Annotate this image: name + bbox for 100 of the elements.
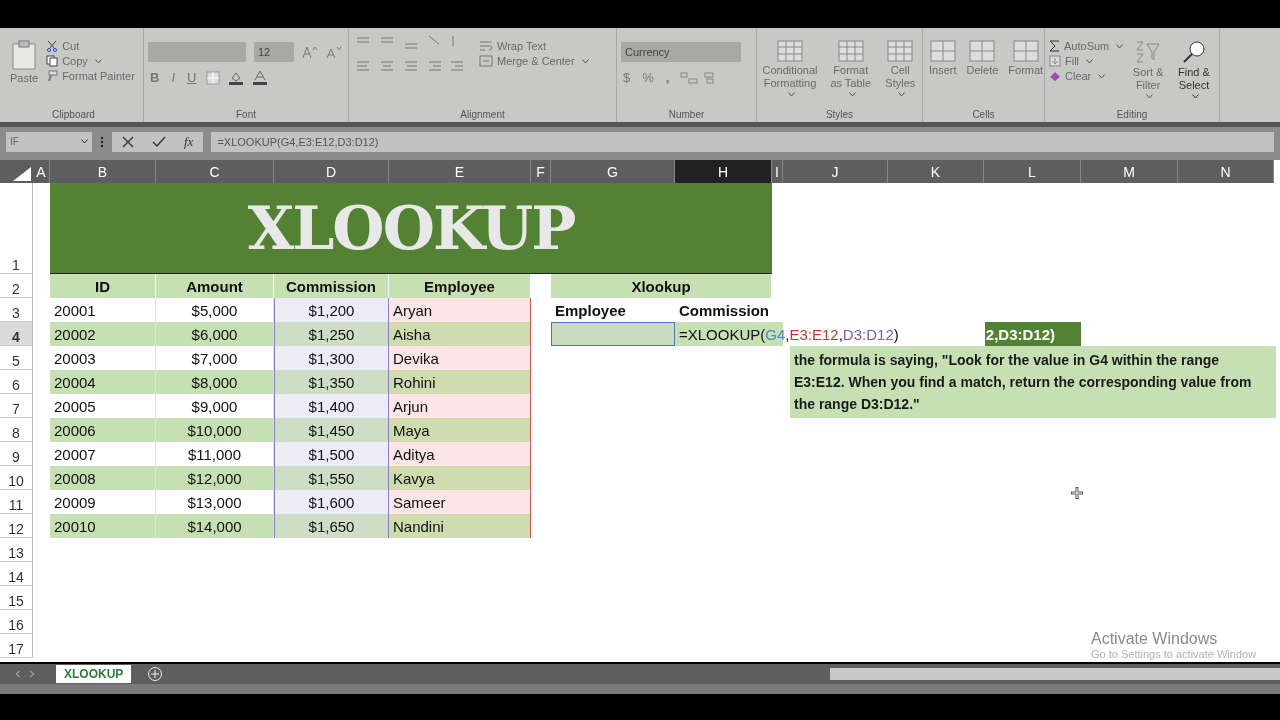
explanation-note: the formula is saying, "Look for the value in G4 within the range E3:E12. When you find a match, return the corresponding value from the range D3:D12.": [790, 346, 1276, 418]
group-label: Styles: [824, 109, 855, 120]
table-icon: [777, 40, 803, 62]
group-label: Alignment: [459, 109, 506, 120]
row-header[interactable]: 1: [0, 183, 33, 274]
fill-button[interactable]: Fill: [1049, 55, 1124, 67]
styles-button[interactable]: Conditional Formatting: [761, 32, 819, 97]
row-header[interactable]: 15: [0, 586, 33, 610]
group-label: Editing: [1115, 109, 1149, 120]
table-cell: $1,600: [274, 490, 389, 514]
column-header[interactable]: L: [984, 160, 1081, 183]
table-cell: Aryan: [389, 298, 531, 322]
cells-button[interactable]: Delete: [964, 32, 1001, 77]
column-header[interactable]: C: [156, 160, 274, 183]
lookup-input-cell[interactable]: [551, 322, 675, 346]
table-icon: [837, 40, 864, 62]
table-cell: $1,250: [274, 322, 389, 346]
row-header[interactable]: 12: [0, 514, 33, 538]
column-header[interactable]: M: [1081, 160, 1178, 183]
column-header[interactable]: F: [531, 160, 551, 183]
styles-button[interactable]: Cell Styles: [882, 32, 918, 97]
autosum-button[interactable]: AutoSum: [1049, 40, 1124, 52]
row-header[interactable]: 16: [0, 610, 33, 634]
table-cell: $1,200: [274, 298, 389, 322]
row-header[interactable]: 5: [0, 346, 33, 370]
sheet-tab[interactable]: XLOOKUP: [56, 665, 132, 683]
name-box[interactable]: IF: [6, 131, 92, 152]
caret-icon: [1086, 58, 1094, 64]
font-size-field[interactable]: 12: [254, 42, 294, 62]
table-cell: Rohini: [389, 370, 531, 394]
cut-button[interactable]: Cut: [46, 40, 135, 52]
table-cell: $1,550: [274, 466, 389, 490]
sigma-icon: [1049, 40, 1060, 52]
table-cell: Sameer: [389, 490, 531, 514]
format-painter-button[interactable]: Format Painter: [46, 70, 135, 82]
clear-button[interactable]: Clear: [1049, 70, 1124, 82]
font-name-field[interactable]: [148, 42, 246, 62]
caret-icon: [581, 58, 589, 64]
insert-function-button[interactable]: fx: [184, 133, 194, 150]
column-header[interactable]: A: [33, 160, 50, 183]
row-header[interactable]: 11: [0, 490, 33, 514]
wrap-text-button[interactable]: Wrap Text: [479, 40, 589, 52]
group-label: Clipboard: [51, 109, 96, 120]
column-header[interactable]: B: [50, 160, 156, 183]
find-select-button[interactable]: Find & Select: [1173, 32, 1215, 99]
table-cell: Nandini: [389, 514, 531, 538]
column-header[interactable]: G: [551, 160, 675, 183]
row-header[interactable]: 3: [0, 298, 33, 322]
column-header[interactable]: J: [783, 160, 888, 183]
row-header[interactable]: 4: [0, 322, 33, 346]
select-all-corner[interactable]: [0, 160, 33, 183]
add-sheet-icon[interactable]: [147, 666, 164, 682]
group-label: Cells: [971, 109, 996, 120]
horizontal-scrollbar[interactable]: [830, 668, 1280, 680]
column-header[interactable]: N: [1178, 160, 1274, 183]
wrap-text-icon: [479, 40, 493, 52]
cells-button[interactable]: Format: [1006, 32, 1046, 77]
fill-color-icon: [228, 70, 245, 85]
table-cell: Maya: [389, 418, 531, 442]
fill-down-icon: [1049, 55, 1061, 67]
row-header[interactable]: 8: [0, 418, 33, 442]
row-header[interactable]: 10: [0, 466, 33, 490]
lookup-header: Employee: [554, 300, 627, 321]
check-icon[interactable]: [152, 135, 166, 148]
table-cell: 20002: [50, 322, 156, 346]
caret-icon: [788, 92, 795, 97]
cells-button[interactable]: Insert: [927, 32, 959, 77]
caret-icon: [898, 92, 906, 97]
merge-icon: [479, 55, 493, 67]
column-header[interactable]: D: [274, 160, 389, 183]
table-cell: Kavya: [389, 466, 531, 490]
row-header[interactable]: 2: [0, 274, 33, 298]
more-icon: [100, 135, 104, 148]
row-header[interactable]: 17: [0, 634, 33, 658]
copy-button[interactable]: Copy: [46, 55, 135, 67]
table-cell: 20010: [50, 514, 156, 538]
row-header[interactable]: 7: [0, 394, 33, 418]
styles-button[interactable]: Format as Table: [825, 32, 877, 97]
column-header[interactable]: H: [675, 160, 772, 183]
scissors-icon: [46, 40, 59, 52]
column-header[interactable]: I: [772, 160, 783, 183]
cancel-icon[interactable]: [122, 135, 134, 148]
table-cell: $14,000: [156, 514, 274, 538]
sort-filter-button[interactable]: Sort & Filter: [1129, 32, 1167, 99]
number-format-field[interactable]: Currency: [621, 42, 741, 62]
column-header[interactable]: E: [389, 160, 531, 183]
table-header: ID: [50, 274, 156, 298]
column-header[interactable]: K: [888, 160, 984, 183]
formula-field[interactable]: =XLOOKUP(G4,E3:E12,D3:D12): [211, 131, 1274, 152]
merge-center-button[interactable]: Merge & Center: [479, 55, 589, 67]
row-header[interactable]: 6: [0, 370, 33, 394]
caret-icon: [1098, 73, 1106, 79]
row-header[interactable]: 14: [0, 562, 33, 586]
paste-button[interactable]: Paste: [8, 32, 41, 85]
table-header: Commission: [274, 274, 389, 298]
row-header[interactable]: 13: [0, 538, 33, 562]
eraser-icon: [1049, 70, 1061, 82]
lookup-header: Commission: [678, 300, 770, 321]
row-header[interactable]: 9: [0, 442, 33, 466]
clipboard-icon: [11, 40, 38, 70]
